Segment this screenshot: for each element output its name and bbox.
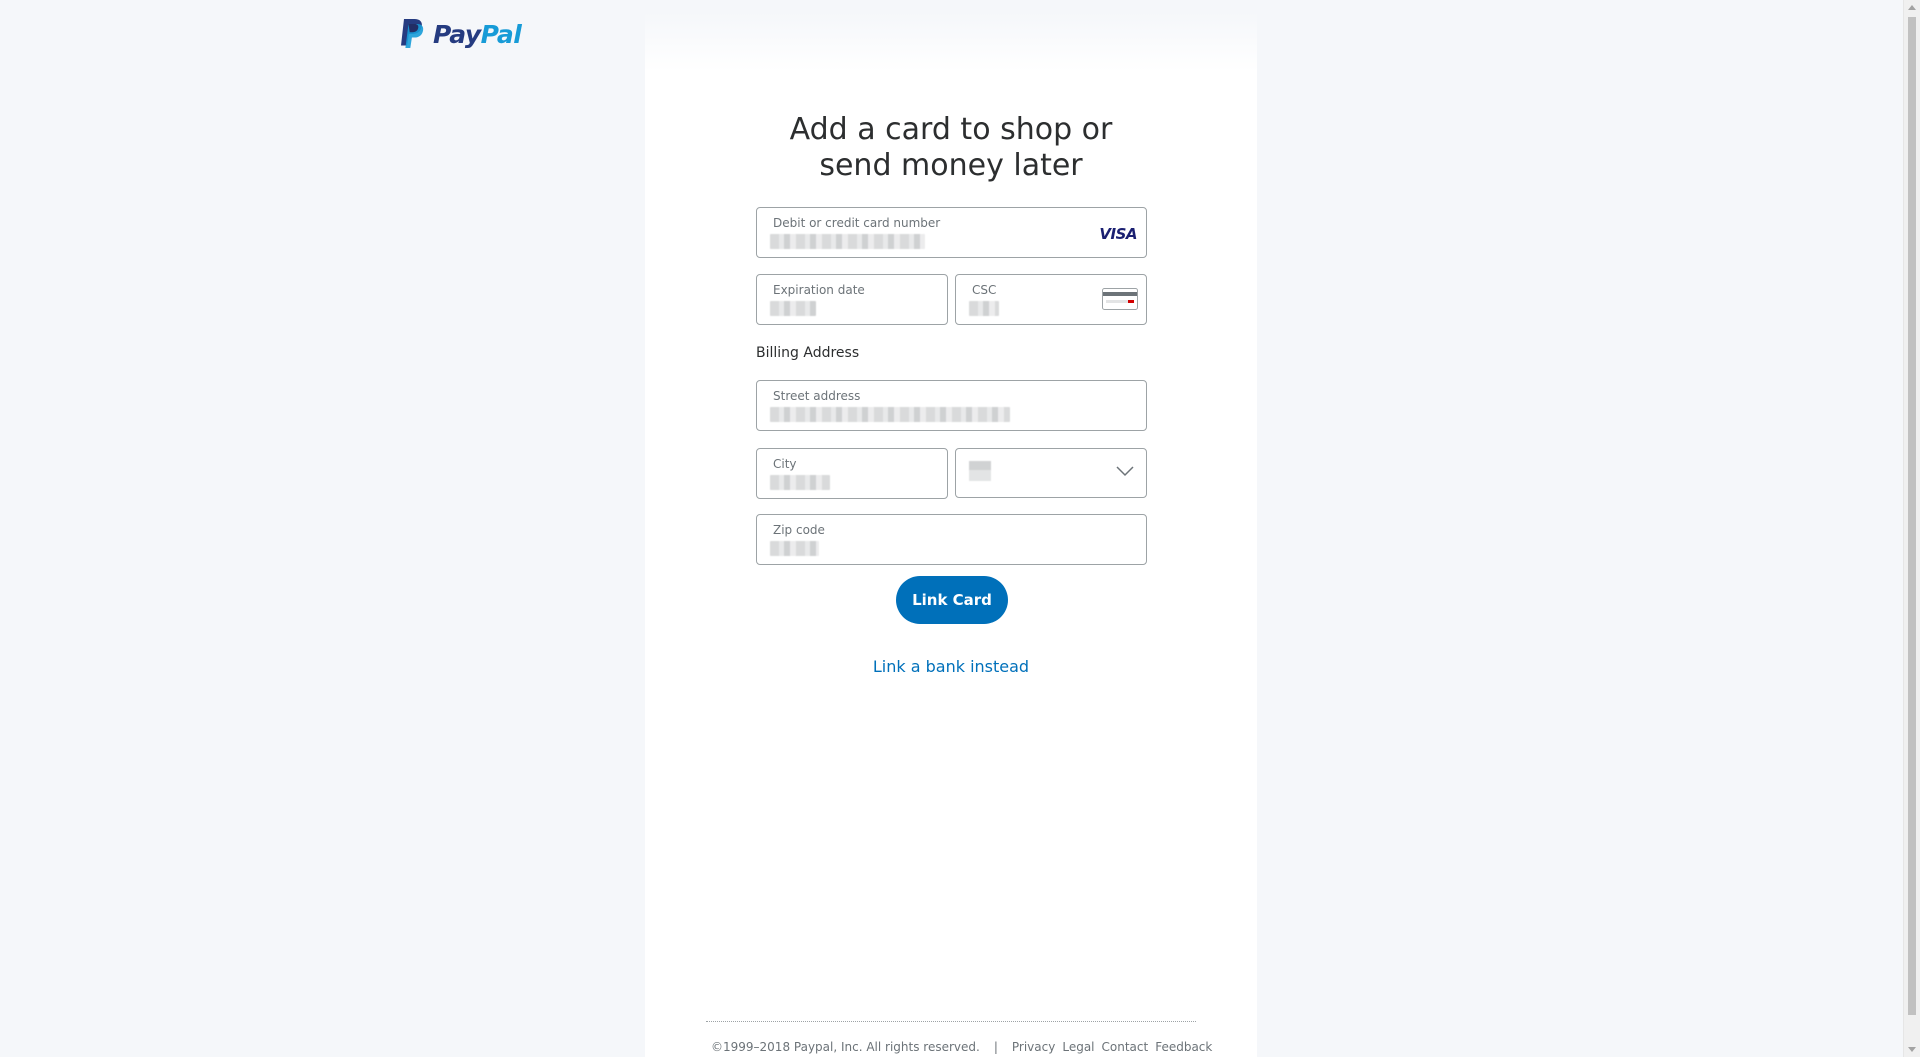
expiration-date-field[interactable]: Expiration date	[756, 274, 948, 325]
page: PayPal Add a card to shop or send money …	[0, 0, 1920, 1057]
footer-link-privacy[interactable]: Privacy	[1012, 1040, 1055, 1054]
footer-link-legal[interactable]: Legal	[1062, 1040, 1094, 1054]
city-label: City	[773, 457, 797, 471]
zip-code-label: Zip code	[773, 523, 825, 537]
street-address-field[interactable]: Street address	[756, 380, 1147, 431]
chevron-down-icon	[1116, 466, 1134, 477]
city-field[interactable]: City	[756, 448, 948, 499]
footer-link-contact[interactable]: Contact	[1102, 1040, 1149, 1054]
street-address-value	[770, 407, 1010, 422]
footer-separator: |	[993, 1040, 998, 1054]
paypal-logo[interactable]: PayPal	[398, 17, 522, 51]
form-panel: Add a card to shop or send money later D…	[645, 12, 1257, 1057]
vertical-scrollbar[interactable]	[1903, 0, 1920, 1057]
zip-code-field[interactable]: Zip code	[756, 514, 1147, 565]
paypal-p-icon	[401, 19, 424, 48]
copyright-text: ©1999–2018 Paypal, Inc. All rights reser…	[711, 1040, 980, 1054]
expiration-date-value	[770, 301, 816, 316]
card-number-label: Debit or credit card number	[773, 216, 941, 230]
panel-top-fade	[645, 12, 1257, 72]
card-number-field[interactable]: Debit or credit card number VISA	[756, 207, 1147, 258]
csc-field[interactable]: CSC	[955, 274, 1147, 325]
csc-label: CSC	[972, 283, 997, 297]
page-title: Add a card to shop or send money later	[789, 112, 1113, 183]
card-number-value	[770, 234, 925, 249]
card-back-icon	[1102, 288, 1138, 310]
visa-icon: VISA	[1099, 225, 1137, 243]
link-bank-instead-link[interactable]: Link a bank instead	[645, 657, 1257, 676]
expiration-date-label: Expiration date	[773, 283, 865, 297]
footer-divider	[706, 1021, 1196, 1022]
street-address-label: Street address	[773, 389, 861, 403]
paypal-wordmark: PayPal	[433, 19, 522, 49]
csc-value	[969, 301, 999, 316]
link-card-button[interactable]: Link Card	[896, 576, 1008, 624]
city-value	[770, 475, 830, 490]
state-select[interactable]	[955, 448, 1147, 498]
scroll-up-arrow-icon[interactable]	[1908, 5, 1916, 10]
scroll-down-arrow-icon[interactable]	[1908, 1047, 1916, 1052]
footer-link-feedback[interactable]: Feedback	[1155, 1040, 1212, 1054]
scrollbar-thumb[interactable]	[1908, 17, 1916, 1015]
state-value	[969, 461, 991, 481]
billing-address-heading: Billing Address	[756, 345, 860, 361]
zip-code-value	[770, 541, 819, 556]
footer: ©1999–2018 Paypal, Inc. All rights reser…	[711, 1040, 1231, 1054]
